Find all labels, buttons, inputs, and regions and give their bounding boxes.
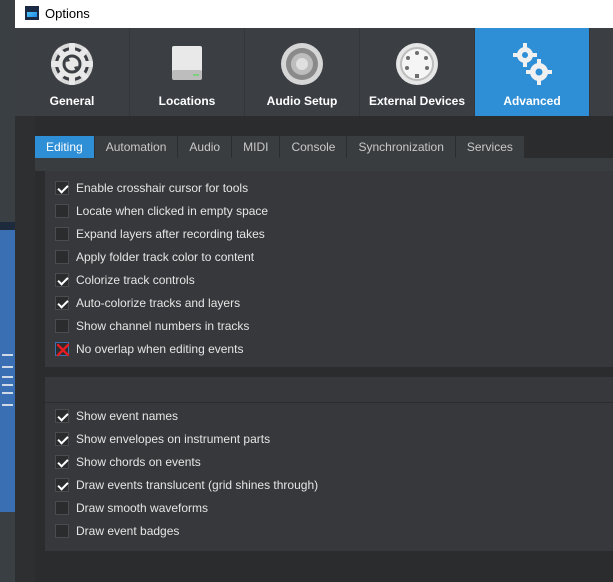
- option-label: Show channel numbers in tracks: [76, 319, 250, 333]
- checkbox[interactable]: [55, 250, 69, 264]
- tab-automation[interactable]: Automation: [94, 136, 179, 158]
- option-folder-track-color[interactable]: Apply folder track color to content: [55, 248, 254, 266]
- option-channel-numbers[interactable]: Show channel numbers in tracks: [55, 317, 249, 335]
- option-show-chords[interactable]: Show chords on events: [55, 453, 201, 471]
- checkbox-cross[interactable]: [55, 342, 70, 357]
- option-locate-empty-space[interactable]: Locate when clicked in empty space: [55, 202, 268, 220]
- option-event-badges[interactable]: Draw event badges: [55, 522, 179, 540]
- option-label: Show envelopes on instrument parts: [76, 432, 271, 446]
- option-expand-layers[interactable]: Expand layers after recording takes: [55, 225, 265, 243]
- background-line: [2, 376, 13, 378]
- toolbar-advanced-label: Advanced: [503, 94, 561, 108]
- toolbar-locations-label: Locations: [158, 94, 216, 108]
- background-line: [2, 366, 13, 368]
- option-label: Draw smooth waveforms: [76, 501, 209, 515]
- option-label: Expand layers after recording takes: [76, 227, 265, 241]
- background-window-divider: [0, 222, 15, 230]
- tab-services[interactable]: Services: [455, 136, 525, 158]
- checkbox[interactable]: [55, 181, 69, 195]
- checkbox[interactable]: [55, 478, 69, 492]
- gear-icon: [51, 43, 93, 85]
- option-label: Enable crosshair cursor for tools: [76, 181, 249, 195]
- checkbox[interactable]: [55, 227, 69, 241]
- group-separator: [45, 402, 613, 403]
- toolbar-locations[interactable]: Locations: [130, 28, 245, 116]
- background-line: [2, 392, 13, 394]
- gears-icon: [513, 43, 552, 85]
- option-auto-colorize[interactable]: Auto-colorize tracks and layers: [55, 294, 240, 312]
- checkbox[interactable]: [55, 524, 69, 538]
- checkbox[interactable]: [55, 409, 69, 423]
- midi-port-icon: [396, 43, 438, 85]
- toolbar-audio-setup[interactable]: Audio Setup: [245, 28, 360, 116]
- background-window-strip: [0, 0, 15, 582]
- checkbox[interactable]: [55, 204, 69, 218]
- tab-synchronization[interactable]: Synchronization: [347, 136, 456, 158]
- speaker-icon: [281, 43, 323, 85]
- option-label: No overlap when editing events: [76, 342, 244, 356]
- checkbox[interactable]: [55, 319, 69, 333]
- window-title: Options: [45, 6, 90, 21]
- tab-editing[interactable]: Editing: [35, 136, 95, 158]
- option-label: Auto-colorize tracks and layers: [76, 296, 241, 310]
- checkbox[interactable]: [55, 296, 69, 310]
- drive-icon: [172, 46, 202, 80]
- checkbox[interactable]: [55, 432, 69, 446]
- toolbar-general-label: General: [49, 94, 95, 108]
- tab-underline: [35, 158, 613, 171]
- option-show-envelopes[interactable]: Show envelopes on instrument parts: [55, 430, 270, 448]
- toolbar-general[interactable]: General: [15, 28, 130, 116]
- background-line: [2, 354, 13, 356]
- editing-options-group: Enable crosshair cursor for tools Locate…: [45, 171, 613, 367]
- option-label: Draw event badges: [76, 524, 180, 538]
- tab-console[interactable]: Console: [280, 136, 348, 158]
- background-line: [2, 404, 13, 406]
- option-crosshair-cursor[interactable]: Enable crosshair cursor for tools: [55, 179, 248, 197]
- checkbox[interactable]: [55, 455, 69, 469]
- option-label: Show event names: [76, 409, 179, 423]
- option-no-overlap[interactable]: No overlap when editing events: [55, 340, 243, 358]
- option-label: Show chords on events: [76, 455, 201, 469]
- toolbar-external-devices-label: External Devices: [368, 94, 466, 108]
- checkbox[interactable]: [55, 273, 69, 287]
- toolbar-advanced[interactable]: Advanced: [475, 28, 590, 116]
- option-label: Apply folder track color to content: [76, 250, 255, 264]
- option-smooth-waveforms[interactable]: Draw smooth waveforms: [55, 499, 208, 517]
- toolbar-external-devices[interactable]: External Devices: [360, 28, 475, 116]
- app-icon: [25, 6, 39, 20]
- option-label: Draw events translucent (grid shines thr…: [76, 478, 319, 492]
- event-display-options-group: Show event names Show envelopes on instr…: [45, 377, 613, 551]
- red-cross-icon: [56, 343, 70, 357]
- options-category-toolbar: General Locations Audio Setup External D…: [15, 28, 613, 116]
- option-label: Locate when clicked in empty space: [76, 204, 269, 218]
- option-label: Colorize track controls: [76, 273, 195, 287]
- advanced-tabs: Editing Automation Audio MIDI Console Sy…: [35, 136, 525, 158]
- checkbox[interactable]: [55, 501, 69, 515]
- background-line: [2, 384, 13, 386]
- option-translucent-events[interactable]: Draw events translucent (grid shines thr…: [55, 476, 318, 494]
- option-colorize-track-controls[interactable]: Colorize track controls: [55, 271, 195, 289]
- title-bar[interactable]: Options: [15, 0, 613, 28]
- tab-audio[interactable]: Audio: [178, 136, 233, 158]
- toolbar-audio-setup-label: Audio Setup: [266, 94, 338, 108]
- tab-midi[interactable]: MIDI: [232, 136, 281, 158]
- option-show-event-names[interactable]: Show event names: [55, 407, 178, 425]
